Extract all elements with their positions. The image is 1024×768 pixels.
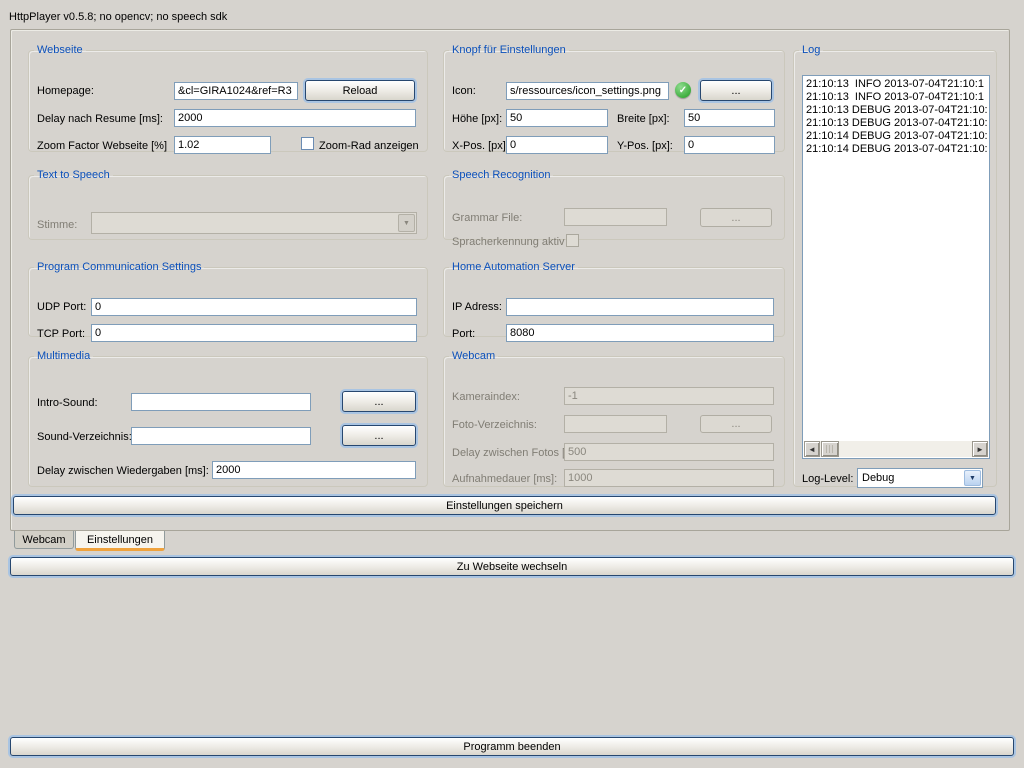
log-group-title: Log <box>799 44 823 56</box>
webcam-group-title: Webcam <box>449 350 498 362</box>
save-settings-button[interactable]: Einstellungen speichern <box>13 496 996 515</box>
webseite-group: Webseite Homepage: Reload Delay nach Res… <box>28 44 428 152</box>
icon-browse-button[interactable]: ... <box>700 80 772 101</box>
comm-group: Program Communication Settings UDP Port:… <box>28 261 428 337</box>
tts-group: Text to Speech Stimme: ▼ <box>28 169 428 240</box>
reload-button[interactable]: Reload <box>305 80 415 101</box>
udp-port-label: UDP Port: <box>37 301 86 313</box>
foto-dir-browse-button: ... <box>700 415 772 433</box>
chevron-down-icon: ▼ <box>398 214 415 232</box>
grammar-file-label: Grammar File: <box>452 212 522 224</box>
stimme-select: ▼ <box>91 212 417 234</box>
app-window: HttpPlayer v0.5.8; no opencv; no speech … <box>0 0 1024 768</box>
sound-dir-browse-button[interactable]: ... <box>342 425 416 446</box>
multimedia-group: Multimedia Intro-Sound: ... Sound-Verzei… <box>28 350 428 487</box>
kameraindex-input <box>564 387 774 405</box>
speech-group-title: Speech Recognition <box>449 169 553 181</box>
grammar-browse-button: ... <box>700 208 772 227</box>
grammar-file-input <box>564 208 667 226</box>
delay-wiedergaben-label: Delay zwischen Wiedergaben [ms]: <box>37 465 209 477</box>
hoehe-input[interactable] <box>506 109 608 127</box>
aufnahmedauer-input <box>564 469 774 487</box>
ip-address-input[interactable] <box>506 298 774 316</box>
log-level-label: Log-Level: <box>802 473 853 485</box>
log-scroll-left-button[interactable]: ◄ <box>804 441 820 457</box>
chevron-down-icon[interactable]: ▼ <box>964 470 981 486</box>
delay-wiedergaben-input[interactable] <box>212 461 416 479</box>
speech-group: Speech Recognition Grammar File: ... Spr… <box>443 169 785 240</box>
ypos-label: Y-Pos. [px]: <box>617 140 673 152</box>
delay-resume-label: Delay nach Resume [ms]: <box>37 113 163 125</box>
zoom-factor-label: Zoom Factor Webseite [%] <box>37 140 167 152</box>
log-line: 21:10:13 INFO 2013-07-04T21:10:1 <box>804 78 988 91</box>
ip-address-label: IP Adress: <box>452 301 502 313</box>
log-lines: 21:10:13 INFO 2013-07-04T21:10:121:10:13… <box>804 78 988 156</box>
settings-button-group-title: Knopf für Einstellungen <box>449 44 569 56</box>
log-hscrollbar[interactable]: ◄ ► <box>804 441 988 457</box>
log-scroll-thumb[interactable] <box>821 441 839 457</box>
switch-website-button[interactable]: Zu Webseite wechseln <box>10 557 1014 576</box>
homeauto-group-title: Home Automation Server <box>449 261 578 273</box>
check-circle-icon: ✓ <box>675 82 691 98</box>
intro-sound-label: Intro-Sound: <box>37 397 98 409</box>
spracherkennung-checkbox <box>566 234 579 247</box>
breite-label: Breite [px]: <box>617 113 670 125</box>
xpos-input[interactable] <box>506 136 608 154</box>
xpos-label: X-Pos. [px]: <box>452 140 509 152</box>
ypos-input[interactable] <box>684 136 775 154</box>
homepage-label: Homepage: <box>37 85 94 97</box>
hoehe-label: Höhe [px]: <box>452 113 502 125</box>
log-line: 21:10:14 DEBUG 2013-07-04T21:10: <box>804 143 988 156</box>
foto-dir-label: Foto-Verzeichnis: <box>452 419 537 431</box>
icon-path-input[interactable] <box>506 82 669 100</box>
log-line: 21:10:14 DEBUG 2013-07-04T21:10: <box>804 130 988 143</box>
homeauto-group: Home Automation Server IP Adress: Port: <box>443 261 785 337</box>
zoom-factor-input[interactable] <box>174 136 271 154</box>
log-level-value: Debug <box>862 472 894 484</box>
foto-dir-input <box>564 415 667 433</box>
intro-sound-input[interactable] <box>131 393 311 411</box>
zoomrad-label: Zoom-Rad anzeigen <box>319 140 419 152</box>
server-port-input[interactable] <box>506 324 774 342</box>
tts-group-title: Text to Speech <box>34 169 113 181</box>
delay-resume-input[interactable] <box>174 109 416 127</box>
breite-input[interactable] <box>684 109 775 127</box>
intro-sound-browse-button[interactable]: ... <box>342 391 416 412</box>
spracherkennung-label: Spracherkennung aktiv <box>452 236 565 248</box>
window-title: HttpPlayer v0.5.8; no opencv; no speech … <box>9 11 227 23</box>
log-scroll-track[interactable] <box>839 441 972 457</box>
webseite-group-title: Webseite <box>34 44 86 56</box>
delay-fotos-input <box>564 443 774 461</box>
icon-label: Icon: <box>452 85 476 97</box>
zoomrad-checkbox[interactable] <box>301 137 314 150</box>
aufnahmedauer-label: Aufnahmedauer [ms]: <box>452 473 557 485</box>
udp-port-input[interactable] <box>91 298 417 316</box>
quit-button[interactable]: Programm beenden <box>10 737 1014 756</box>
log-line: 21:10:13 DEBUG 2013-07-04T21:10: <box>804 104 988 117</box>
log-level-select[interactable]: Debug ▼ <box>857 468 983 488</box>
tab-einstellungen[interactable]: Einstellungen <box>75 531 165 551</box>
log-listbox[interactable]: 21:10:13 INFO 2013-07-04T21:10:121:10:13… <box>802 75 990 459</box>
log-line: 21:10:13 DEBUG 2013-07-04T21:10: <box>804 117 988 130</box>
webcam-group: Webcam Kameraindex: Foto-Verzeichnis: ..… <box>443 350 785 487</box>
tcp-port-input[interactable] <box>91 324 417 342</box>
sound-dir-input[interactable] <box>131 427 311 445</box>
log-group: Log 21:10:13 INFO 2013-07-04T21:10:121:1… <box>793 44 997 487</box>
comm-group-title: Program Communication Settings <box>34 261 204 273</box>
stimme-label: Stimme: <box>37 219 77 231</box>
settings-button-group: Knopf für Einstellungen Icon: ✓ ... Höhe… <box>443 44 785 152</box>
homepage-input[interactable] <box>174 82 298 100</box>
sound-dir-label: Sound-Verzeichnis: <box>37 431 132 443</box>
log-line: 21:10:13 INFO 2013-07-04T21:10:1 <box>804 91 988 104</box>
server-port-label: Port: <box>452 328 475 340</box>
multimedia-group-title: Multimedia <box>34 350 93 362</box>
tcp-port-label: TCP Port: <box>37 328 85 340</box>
kameraindex-label: Kameraindex: <box>452 391 520 403</box>
log-scroll-right-button[interactable]: ► <box>972 441 988 457</box>
tab-webcam[interactable]: Webcam <box>14 531 74 549</box>
